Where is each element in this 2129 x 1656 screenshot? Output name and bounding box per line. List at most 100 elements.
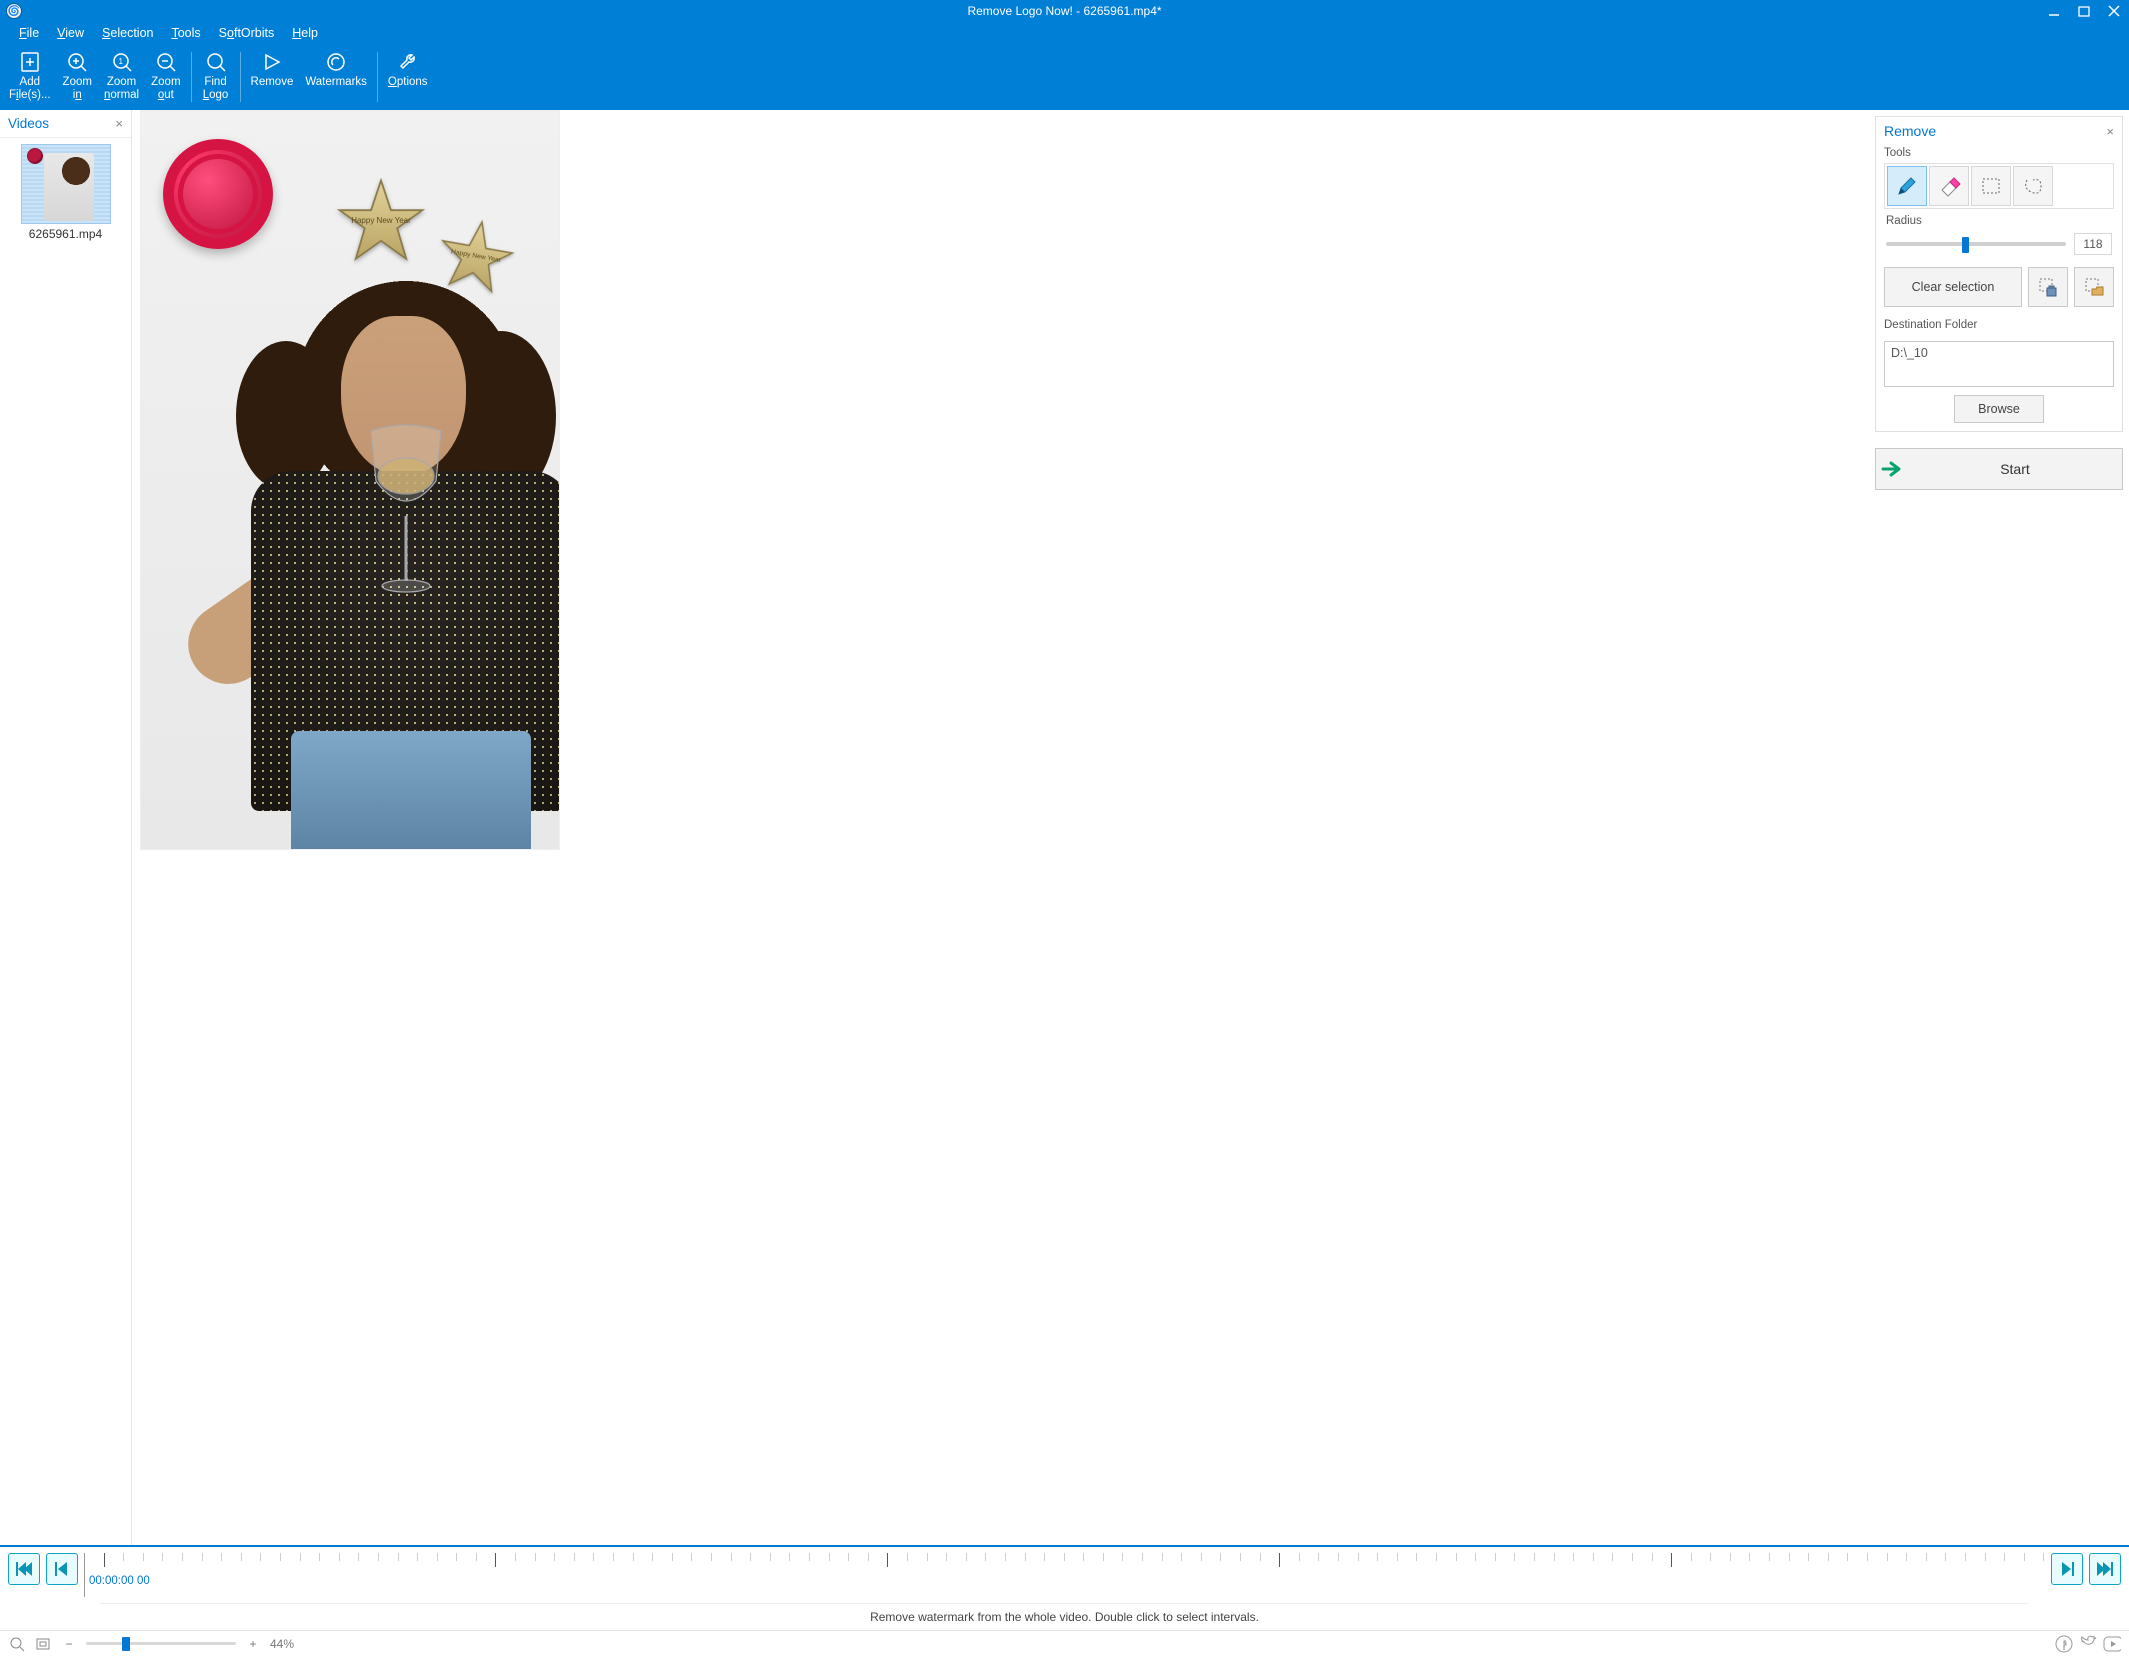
wine-glass [351,421,461,601]
toolbar-label: Zoomin [63,76,92,102]
timeline-timecode: 00:00:00 00 [89,1575,150,1587]
menu-softorbits[interactable]: SoftOrbits [210,24,284,42]
rectangle-select-tool-button[interactable] [1971,166,2011,206]
video-thumbnail-list: 6265961.mp4 [0,138,131,247]
thumbnail-image [21,144,111,224]
svg-text:1: 1 [118,57,123,66]
menu-tools[interactable]: Tools [162,24,209,42]
zoom-slider-thumb[interactable] [122,1637,130,1651]
facebook-icon[interactable] [2055,1635,2073,1653]
toolbar-label: Zoomout [151,76,180,102]
toolbar-label: AddFile(s)... [9,76,51,102]
menu-view[interactable]: View [48,24,93,42]
play-icon [261,48,283,76]
thumbnail-filename: 6265961.mp4 [21,224,111,241]
toolbar-label: Remove [251,76,294,89]
toolbar-separator [377,52,378,102]
watermarks-button[interactable]: Watermarks [299,44,373,110]
radius-slider-thumb[interactable] [1962,237,1969,253]
watermark-icon [325,48,347,76]
destination-folder-label: Destination Folder [1876,317,2122,335]
zoom-out-button[interactable]: Zoomout [145,44,186,110]
toolbar-label: Options [388,76,428,89]
skip-to-start-button[interactable] [8,1553,40,1585]
toolbar-label: FindLogo [203,76,229,102]
canvas-area[interactable]: Happy New Year Happy New Year [132,110,1869,1545]
zoom-percentage: 44% [270,1637,294,1651]
timeline-hint: Remove watermark from the whole video. D… [100,1603,2029,1630]
add-file-icon [19,48,41,76]
find-logo-icon [205,48,227,76]
youtube-icon[interactable] [2103,1635,2121,1653]
load-selection-button[interactable] [2074,267,2114,307]
radius-value[interactable]: 118 [2074,233,2112,255]
video-thumbnail[interactable]: 6265961.mp4 [21,144,111,241]
find-logo-button[interactable]: FindLogo [196,44,236,110]
toolbar-separator [240,52,241,102]
radius-label: Radius [1886,215,2122,227]
start-arrow-icon [1876,460,1908,478]
app-logo-icon: 🌀 [6,3,22,19]
watermark-logo-overlay [163,139,273,249]
zoom-normal-icon: 1 [111,48,133,76]
menu-file[interactable]: File [10,24,48,42]
freeform-select-tool-button[interactable] [2013,166,2053,206]
remove-toolbar-button[interactable]: Remove [245,44,300,110]
menubar: File View Selection Tools SoftOrbits Hel… [0,22,2129,44]
timeline-track[interactable]: 00:00:00 00 [84,1553,2045,1597]
start-button[interactable]: Start [1875,448,2123,490]
zoom-out-icon [155,48,177,76]
subject-jeans [291,731,531,850]
videos-panel-title: Videos [8,116,115,131]
zoom-in-plus-icon[interactable]: + [244,1637,262,1651]
destination-folder-value: D:\_10 [1891,346,1928,360]
load-selection-icon [2083,276,2105,298]
videos-panel-header: Videos × [0,110,131,138]
statusbar: − + 44% [0,1630,2129,1656]
wrench-icon [397,48,419,76]
save-selection-icon [2037,276,2059,298]
zoom-in-button[interactable]: Zoomin [57,44,98,110]
toolbar-label: Zoomnormal [104,76,139,102]
start-button-label: Start [1908,461,2122,477]
minimize-button[interactable] [2039,0,2069,22]
menu-help[interactable]: Help [283,24,327,42]
skip-to-end-button[interactable] [2089,1553,2121,1585]
browse-button[interactable]: Browse [1954,395,2044,423]
video-preview[interactable]: Happy New Year Happy New Year [140,110,560,850]
destination-folder-input[interactable]: D:\_10 [1884,341,2114,387]
remove-panel-close-icon[interactable]: × [2106,124,2114,139]
add-files-button[interactable]: AddFile(s)... [3,44,57,110]
eraser-tool-button[interactable] [1929,166,1969,206]
marker-tool-button[interactable] [1887,166,1927,206]
toolbar: AddFile(s)... Zoomin 1 Zoomnormal Zoomou… [0,44,2129,110]
videos-panel-close-icon[interactable]: × [115,116,123,131]
zoom-normal-button[interactable]: 1 Zoomnormal [98,44,145,110]
step-back-button[interactable] [46,1553,78,1585]
timeline-ticks [85,1553,2045,1567]
step-forward-button[interactable] [2051,1553,2083,1585]
remove-panel: Remove × Tools Radius [1869,110,2129,1545]
twitter-icon[interactable] [2079,1635,2097,1653]
main-content: Videos × 6265961.mp4 Happy New Year Happ… [0,110,2129,1545]
save-selection-button[interactable] [2028,267,2068,307]
maximize-button[interactable] [2069,0,2099,22]
menu-selection[interactable]: Selection [93,24,162,42]
radius-slider[interactable] [1886,242,2066,246]
toolbar-label: Watermarks [305,76,367,89]
zoom-out-minus-icon[interactable]: − [60,1637,78,1651]
zoom-slider[interactable] [86,1642,236,1645]
options-button[interactable]: Options [382,44,434,110]
zoom-in-icon [66,48,88,76]
close-button[interactable] [2099,0,2129,22]
tools-group-label: Tools [1876,145,2122,163]
timeline-section: 00:00:00 00 Remove watermark from the wh… [0,1545,2129,1630]
actual-size-icon[interactable] [34,1636,52,1652]
remove-panel-header: Remove × [1876,117,2122,145]
fit-screen-icon[interactable] [8,1636,26,1652]
clear-selection-button[interactable]: Clear selection [1884,267,2022,307]
window-title: Remove Logo Now! - 6265961.mp4* [967,4,1161,18]
remove-panel-title: Remove [1884,123,2106,139]
tools-row [1884,163,2114,209]
toolbar-separator [191,52,192,102]
